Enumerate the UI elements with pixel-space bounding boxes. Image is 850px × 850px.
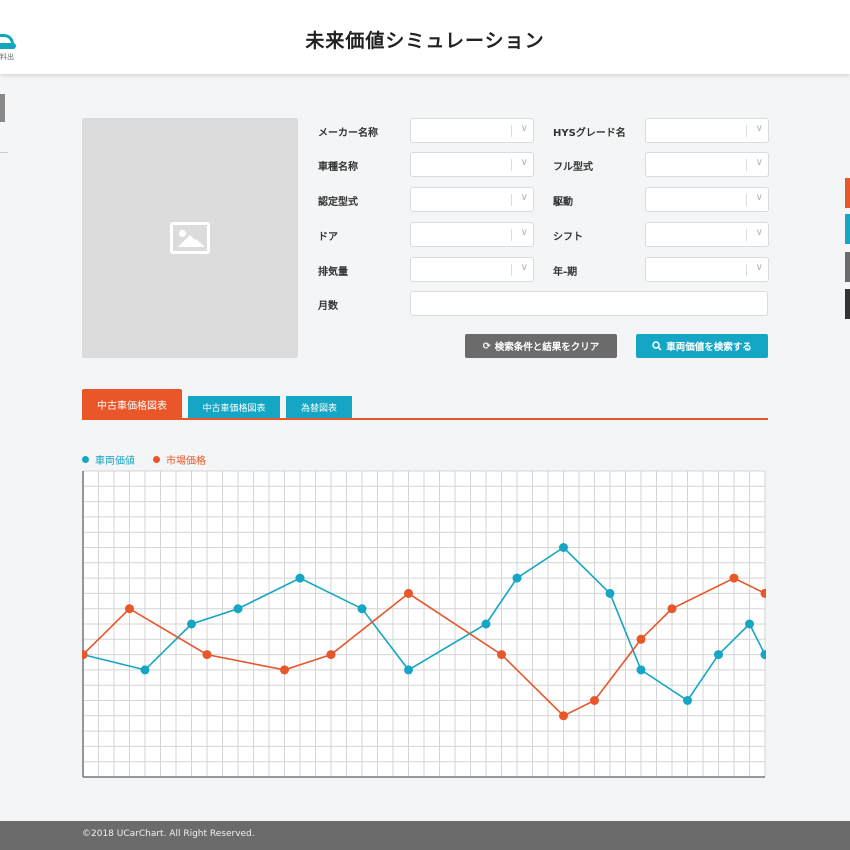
series-1-point <box>714 650 723 660</box>
logo-text: 料出 <box>0 53 14 61</box>
clear-button-label: 検索条件と結果をクリア <box>494 342 600 353</box>
refresh-icon: ⟳ <box>482 340 491 352</box>
header-bar: 料出 未来価値シミュレーション <box>0 0 850 74</box>
displacement-select[interactable]: ∨ <box>410 257 534 282</box>
months-input[interactable] <box>410 291 768 316</box>
hys-grade-label: HYSグレード名 <box>553 128 626 139</box>
model-select[interactable]: ∨ <box>410 152 534 177</box>
side-button-gray[interactable] <box>845 252 850 282</box>
chevron-down-icon: ∨ <box>520 123 528 134</box>
side-button-dark[interactable] <box>845 289 850 319</box>
series-2-point <box>202 650 212 660</box>
full-type-label: フル型式 <box>553 162 593 173</box>
legend-dot-icon <box>153 456 160 463</box>
series-1-point <box>140 665 150 675</box>
price-line-chart <box>82 470 766 778</box>
tab-exchange-rate-chart[interactable]: 為替図表 <box>286 396 352 418</box>
full-type-select[interactable]: ∨ <box>645 152 769 177</box>
legend-dot-icon <box>82 456 89 463</box>
cert-type-label: 認定型式 <box>318 197 358 208</box>
chevron-down-icon: ∨ <box>520 227 528 238</box>
series-2-point <box>559 711 568 721</box>
legend-label: 市場価格 <box>166 456 206 467</box>
footer: ©2018 UCarChart. All Right Reserved. <box>0 821 850 850</box>
drive-select[interactable]: ∨ <box>645 187 769 212</box>
series-2-point <box>590 696 599 705</box>
tab-used-car-price-chart[interactable]: 中古車価格図表 <box>82 389 182 419</box>
side-button-teal[interactable] <box>845 214 850 244</box>
tab-underline <box>82 418 768 420</box>
series-1-point <box>559 543 568 552</box>
series-2-point <box>667 604 677 614</box>
series-2-point <box>280 665 289 675</box>
year-label: 年-期 <box>553 267 578 278</box>
model-label: 車種名称 <box>318 162 358 173</box>
series-1-point <box>233 604 243 614</box>
hys-grade-select[interactable]: ∨ <box>645 118 769 143</box>
drive-label: 駆動 <box>553 197 573 208</box>
series-1-point <box>605 588 615 598</box>
copyright-text: ©2018 UCarChart. All Right Reserved. <box>82 829 255 839</box>
chevron-down-icon: ∨ <box>520 192 528 203</box>
search-button-label: 車両価値を検索する <box>666 342 752 353</box>
series-2-point <box>326 650 336 660</box>
vehicle-photo-placeholder <box>82 118 298 358</box>
series-1-point <box>481 619 491 629</box>
series-1-point <box>357 604 367 614</box>
series-2-point <box>497 650 506 660</box>
search-icon <box>652 341 662 351</box>
search-button[interactable]: 車両価値を検索する <box>636 334 768 358</box>
sidebar-toggle[interactable] <box>0 94 5 122</box>
side-button-orange[interactable] <box>845 178 850 208</box>
legend-vehicle-value: 車両価値 <box>82 452 135 467</box>
chevron-down-icon: ∨ <box>520 262 528 273</box>
series-1-point <box>295 573 305 583</box>
chevron-down-icon: ∨ <box>755 227 763 238</box>
chevron-down-icon: ∨ <box>520 157 528 168</box>
tab-used-car-price-chart-2[interactable]: 中古車価格図表 <box>188 396 280 418</box>
series-1-point <box>683 696 692 705</box>
chevron-down-icon: ∨ <box>755 123 763 134</box>
chevron-down-icon: ∨ <box>755 157 763 168</box>
series-2-point <box>404 588 413 598</box>
chevron-down-icon: ∨ <box>755 262 763 273</box>
months-label: 月数 <box>318 301 338 312</box>
series-2-point <box>729 573 739 583</box>
sidebar-divider <box>0 152 8 153</box>
series-1-point <box>745 619 754 629</box>
image-placeholder-icon <box>170 222 210 254</box>
maker-label: メーカー名称 <box>318 128 378 139</box>
chevron-down-icon: ∨ <box>755 192 763 203</box>
legend-label: 車両価値 <box>95 456 135 467</box>
series-2-point <box>125 604 134 614</box>
door-label: ドア <box>318 232 338 243</box>
series-1-point <box>187 619 196 629</box>
series-2-point <box>636 634 646 644</box>
maker-select[interactable]: ∨ <box>410 118 534 143</box>
displacement-label: 排気量 <box>318 267 348 278</box>
year-select[interactable]: ∨ <box>645 257 769 282</box>
legend-market-price: 市場価格 <box>153 452 206 467</box>
series-1-point <box>512 573 522 583</box>
shift-select[interactable]: ∨ <box>645 222 769 247</box>
clear-button[interactable]: ⟳ 検索条件と結果をクリア <box>465 334 617 358</box>
door-select[interactable]: ∨ <box>410 222 534 247</box>
cert-type-select[interactable]: ∨ <box>410 187 534 212</box>
shift-label: シフト <box>553 232 583 243</box>
series-1-point <box>404 665 413 675</box>
series-1-point <box>636 665 646 675</box>
page-title: 未来価値シミュレーション <box>305 30 545 52</box>
